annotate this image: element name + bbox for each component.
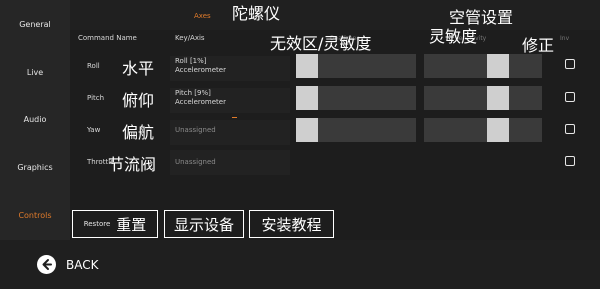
sidebar-item-controls[interactable]: Controls: [0, 211, 70, 220]
restore-label: Restore: [83, 220, 111, 228]
column-header-invert: Inv: [560, 35, 570, 42]
sensitivity-slider-pitch[interactable]: [424, 86, 542, 110]
show-devices-button[interactable]: 显示设备: [164, 210, 244, 238]
back-button[interactable]: BACK: [37, 255, 98, 274]
sidebar-item-audio[interactable]: Audio: [0, 115, 70, 124]
column-header-keyaxis: Key/Axis: [175, 34, 205, 42]
sensitivity-slider-thumb[interactable]: [487, 86, 509, 110]
row-label-pitch: Pitch: [87, 94, 105, 102]
key-text-yaw: Unassigned: [175, 126, 216, 134]
deadzone-slider-thumb[interactable]: [296, 118, 318, 142]
sidebar: General Live Audio Graphics Controls: [0, 0, 70, 240]
column-header-command: Command Name: [78, 34, 137, 42]
deadzone-slider-thumb[interactable]: [296, 86, 318, 110]
annotation-gyroscope: 陀螺仪: [232, 4, 281, 23]
deadzone-slider-pitch[interactable]: [296, 86, 416, 110]
row-label-yaw: Yaw: [87, 126, 101, 134]
deadzone-slider-thumb[interactable]: [296, 54, 318, 78]
sidebar-item-general[interactable]: General: [0, 20, 70, 29]
top-tab-bar: [70, 0, 600, 30]
key-text-pitch: Pitch [9%] Accelerometer: [175, 89, 226, 106]
invert-checkbox-throttle[interactable]: [565, 156, 575, 166]
annotation-throttle: 节流阀: [108, 155, 157, 174]
key-text-throttle: Unassigned: [175, 158, 216, 166]
annotation-pitch: 俯仰: [122, 91, 155, 110]
sensitivity-slider-roll[interactable]: [424, 54, 542, 78]
reset-button[interactable]: Restore 重置: [72, 210, 158, 238]
pitch-indicator-tick: [232, 117, 237, 118]
install-tutorial-button[interactable]: 安装教程: [249, 210, 334, 238]
annotation-sensitivity: 灵敏度: [429, 27, 478, 46]
invert-checkbox-pitch[interactable]: [565, 92, 575, 102]
invert-checkbox-yaw[interactable]: [565, 124, 575, 134]
sensitivity-slider-thumb[interactable]: [487, 54, 509, 78]
deadzone-slider-yaw[interactable]: [296, 118, 416, 142]
invert-checkbox-roll[interactable]: [565, 59, 575, 69]
deadzone-slider-roll[interactable]: [296, 54, 416, 78]
arrow-left-icon: [37, 255, 56, 274]
key-text-roll: Roll [1%] Accelerometer: [175, 57, 226, 74]
tab-axes[interactable]: Axes: [194, 12, 211, 20]
annotation-yaw: 偏航: [122, 123, 155, 142]
sidebar-item-graphics[interactable]: Graphics: [0, 163, 70, 172]
reset-label: 重置: [116, 215, 147, 234]
annotation-correct: 修正: [522, 36, 555, 55]
annotation-deadzone-sensitivity: 无效区/灵敏度: [270, 34, 372, 53]
sensitivity-slider-yaw[interactable]: [424, 118, 542, 142]
back-label: BACK: [66, 257, 99, 272]
row-label-roll: Roll: [87, 62, 100, 70]
sensitivity-slider-thumb[interactable]: [487, 118, 509, 142]
annotation-roll: 水平: [122, 59, 155, 78]
sidebar-item-live[interactable]: Live: [0, 68, 70, 77]
